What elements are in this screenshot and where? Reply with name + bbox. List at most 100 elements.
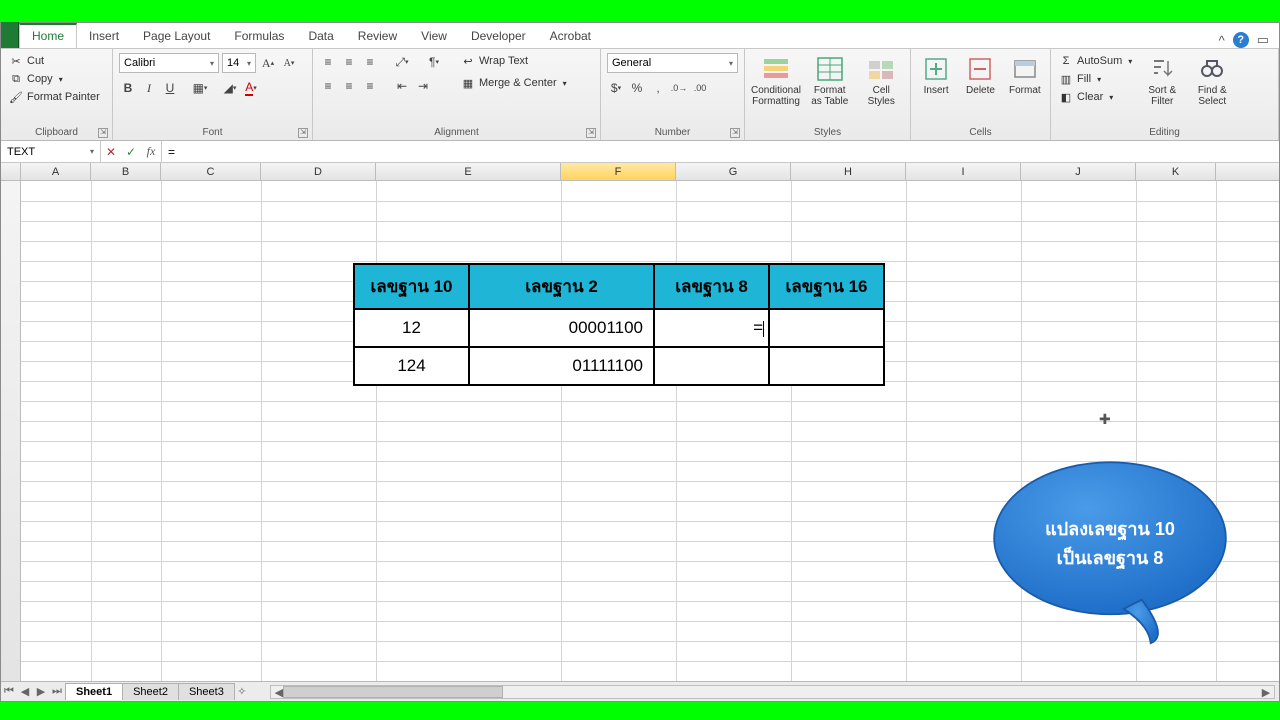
- grow-font-button[interactable]: A▴: [259, 54, 277, 72]
- sheet-nav-prev[interactable]: ◀: [17, 685, 33, 698]
- align-center-button[interactable]: ≡: [340, 77, 358, 95]
- table-header: เลขฐาน 2: [469, 264, 654, 309]
- currency-button[interactable]: $▾: [607, 79, 625, 97]
- column-header-F[interactable]: F: [561, 163, 676, 180]
- insert-cells-button[interactable]: Insert: [917, 53, 955, 98]
- formula-input[interactable]: =: [162, 141, 1279, 162]
- alignment-launcher[interactable]: ⇲: [586, 128, 596, 138]
- tab-data[interactable]: Data: [296, 25, 345, 48]
- minimize-ribbon-icon[interactable]: ^: [1219, 33, 1225, 48]
- orientation-button[interactable]: ⤢▾: [393, 53, 411, 71]
- cursor-cross-icon: ✚: [1099, 411, 1111, 428]
- cell-styles-button[interactable]: Cell Styles: [859, 53, 905, 109]
- sheet-nav-next[interactable]: ▶: [33, 685, 49, 698]
- conditional-formatting-button[interactable]: Conditional Formatting: [751, 53, 801, 109]
- shrink-font-button[interactable]: A▾: [280, 54, 298, 72]
- table-cell[interactable]: 124: [354, 347, 469, 385]
- callout-line1: แปลงเลขฐาน 10: [975, 515, 1245, 544]
- align-left-button[interactable]: ≡: [319, 77, 337, 95]
- clear-button[interactable]: ◧Clear▾: [1057, 89, 1134, 105]
- table-cell[interactable]: [654, 347, 769, 385]
- tab-developer[interactable]: Developer: [459, 25, 538, 48]
- number-launcher[interactable]: ⇲: [730, 128, 740, 138]
- fill-color-button[interactable]: ◢▾: [221, 79, 239, 97]
- sort-filter-button[interactable]: Sort & Filter: [1140, 53, 1184, 109]
- horizontal-scrollbar[interactable]: ◀ ▶: [270, 685, 1275, 699]
- new-sheet-button[interactable]: ✧: [234, 685, 250, 698]
- number-format-select[interactable]: General▾: [607, 53, 738, 73]
- tab-review[interactable]: Review: [346, 25, 409, 48]
- font-name-select[interactable]: Calibri▾: [119, 53, 219, 73]
- sheet-nav-last[interactable]: ⏭: [49, 685, 65, 698]
- fill-button[interactable]: ▥Fill▾: [1057, 71, 1134, 87]
- font-size-select[interactable]: 14▾: [222, 53, 256, 73]
- decrease-decimal-button[interactable]: .00: [691, 79, 709, 97]
- column-header-C[interactable]: C: [161, 163, 261, 180]
- align-top-button[interactable]: ≡: [319, 53, 337, 71]
- tab-page-layout[interactable]: Page Layout: [131, 25, 222, 48]
- font-color-button[interactable]: A▾: [242, 79, 260, 97]
- wrap-indicator-button[interactable]: ¶▾: [425, 53, 443, 71]
- column-header-B[interactable]: B: [91, 163, 161, 180]
- column-header-D[interactable]: D: [261, 163, 376, 180]
- worksheet-grid[interactable]: ABCDEFGHIJK เลขฐาน 10เลขฐาน 2เลขฐาน 8เลข…: [1, 163, 1279, 681]
- autosum-button[interactable]: ΣAutoSum▾: [1057, 53, 1134, 69]
- column-header-A[interactable]: A: [21, 163, 91, 180]
- enter-formula-button[interactable]: ✓: [121, 145, 141, 159]
- sheet-tab-1[interactable]: Sheet1: [65, 683, 123, 700]
- row-headers[interactable]: [1, 181, 21, 681]
- insert-function-button[interactable]: fx: [141, 144, 161, 159]
- sheet-nav-first[interactable]: ⏮: [1, 685, 17, 698]
- delete-cells-button[interactable]: Delete: [961, 53, 999, 98]
- tab-home[interactable]: Home: [19, 23, 77, 48]
- underline-button[interactable]: U: [161, 79, 179, 97]
- increase-indent-button[interactable]: ⇥: [414, 77, 432, 95]
- wrap-text-button[interactable]: ↩Wrap Text: [459, 53, 569, 69]
- italic-button[interactable]: I: [140, 79, 158, 97]
- clipboard-launcher[interactable]: ⇲: [98, 128, 108, 138]
- name-box[interactable]: TEXT▾: [1, 141, 101, 162]
- align-middle-button[interactable]: ≡: [340, 53, 358, 71]
- window-restore-icon[interactable]: ▭: [1257, 32, 1269, 48]
- percent-button[interactable]: %: [628, 79, 646, 97]
- increase-decimal-button[interactable]: .0→: [670, 79, 688, 97]
- table-cell[interactable]: =: [654, 309, 769, 347]
- cut-button[interactable]: ✂Cut: [7, 53, 102, 69]
- column-header-I[interactable]: I: [906, 163, 1021, 180]
- merge-center-button[interactable]: ▦Merge & Center▾: [459, 75, 569, 91]
- align-right-button[interactable]: ≡: [361, 77, 379, 95]
- copy-button[interactable]: ⧉Copy▾: [7, 71, 102, 87]
- tab-view[interactable]: View: [409, 25, 459, 48]
- cancel-formula-button[interactable]: ✕: [101, 145, 121, 159]
- font-launcher[interactable]: ⇲: [298, 128, 308, 138]
- align-bottom-button[interactable]: ≡: [361, 53, 379, 71]
- ribbon: ✂Cut ⧉Copy▾ 🖌Format Painter Clipboard⇲ C…: [1, 49, 1279, 141]
- bold-button[interactable]: B: [119, 79, 137, 97]
- select-all-corner[interactable]: [1, 163, 21, 180]
- sheet-tab-2[interactable]: Sheet2: [122, 683, 179, 700]
- column-header-K[interactable]: K: [1136, 163, 1216, 180]
- column-header-E[interactable]: E: [376, 163, 561, 180]
- table-cell[interactable]: 00001100: [469, 309, 654, 347]
- tab-insert[interactable]: Insert: [77, 25, 131, 48]
- borders-button[interactable]: ▦▾: [191, 79, 209, 97]
- column-header-H[interactable]: H: [791, 163, 906, 180]
- help-icon[interactable]: ?: [1233, 32, 1249, 48]
- comma-button[interactable]: ,: [649, 79, 667, 97]
- file-tab[interactable]: [1, 22, 19, 48]
- tab-acrobat[interactable]: Acrobat: [538, 25, 603, 48]
- sheet-tab-3[interactable]: Sheet3: [178, 683, 235, 700]
- decrease-indent-button[interactable]: ⇤: [393, 77, 411, 95]
- column-header-G[interactable]: G: [676, 163, 791, 180]
- table-cell[interactable]: 01111100: [469, 347, 654, 385]
- hscroll-thumb[interactable]: [283, 686, 503, 698]
- column-header-J[interactable]: J: [1021, 163, 1136, 180]
- format-as-table-button[interactable]: Format as Table: [807, 53, 853, 109]
- tab-formulas[interactable]: Formulas: [222, 25, 296, 48]
- table-cell[interactable]: [769, 309, 884, 347]
- table-cell[interactable]: [769, 347, 884, 385]
- find-select-button[interactable]: Find & Select: [1190, 53, 1234, 109]
- table-cell[interactable]: 12: [354, 309, 469, 347]
- format-painter-button[interactable]: 🖌Format Painter: [7, 89, 102, 105]
- format-cells-button[interactable]: Format: [1006, 53, 1044, 98]
